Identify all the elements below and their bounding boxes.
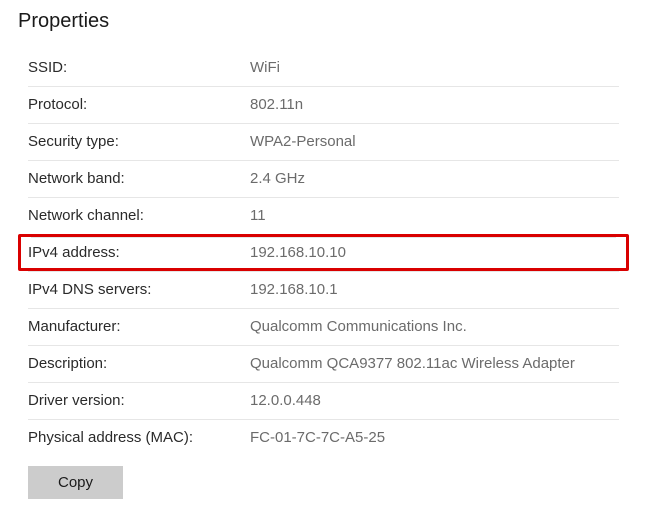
property-value: FC-01-7C-7C-A5-25 [250,427,619,448]
property-row: Description:Qualcomm QCA9377 802.11ac Wi… [18,345,629,382]
property-value: WPA2-Personal [250,131,619,152]
property-row: Manufacturer:Qualcomm Communications Inc… [18,308,629,345]
property-value: Qualcomm QCA9377 802.11ac Wireless Adapt… [250,353,619,374]
property-row: IPv4 DNS servers:192.168.10.1 [18,271,629,308]
property-label: Driver version: [28,390,250,411]
copy-button[interactable]: Copy [28,466,123,499]
properties-table: SSID:WiFiProtocol:802.11nSecurity type:W… [18,49,629,456]
property-row: Network band:2.4 GHz [18,160,629,197]
property-label: Protocol: [28,94,250,115]
property-label: Network channel: [28,205,250,226]
property-label: Security type: [28,131,250,152]
property-label: IPv4 address: [28,242,250,263]
property-label: Physical address (MAC): [28,427,250,448]
property-label: SSID: [28,57,250,78]
property-value: 192.168.10.1 [250,279,619,300]
property-row: Network channel:11 [18,197,629,234]
property-label: Description: [28,353,250,374]
property-value: 11 [250,205,619,226]
property-row: Physical address (MAC):FC-01-7C-7C-A5-25 [18,419,629,456]
property-label: Manufacturer: [28,316,250,337]
property-row: SSID:WiFi [18,49,629,86]
property-value: 192.168.10.10 [250,242,619,263]
property-row: IPv4 address:192.168.10.10 [18,234,629,271]
properties-title: Properties [18,10,629,33]
property-value: Qualcomm Communications Inc. [250,316,619,337]
property-row: Driver version:12.0.0.448 [18,382,629,419]
property-value: 802.11n [250,94,619,115]
property-row: Security type:WPA2-Personal [18,123,629,160]
property-value: 12.0.0.448 [250,390,619,411]
property-label: IPv4 DNS servers: [28,279,250,300]
property-value: WiFi [250,57,619,78]
property-value: 2.4 GHz [250,168,619,189]
property-label: Network band: [28,168,250,189]
property-row: Protocol:802.11n [18,86,629,123]
